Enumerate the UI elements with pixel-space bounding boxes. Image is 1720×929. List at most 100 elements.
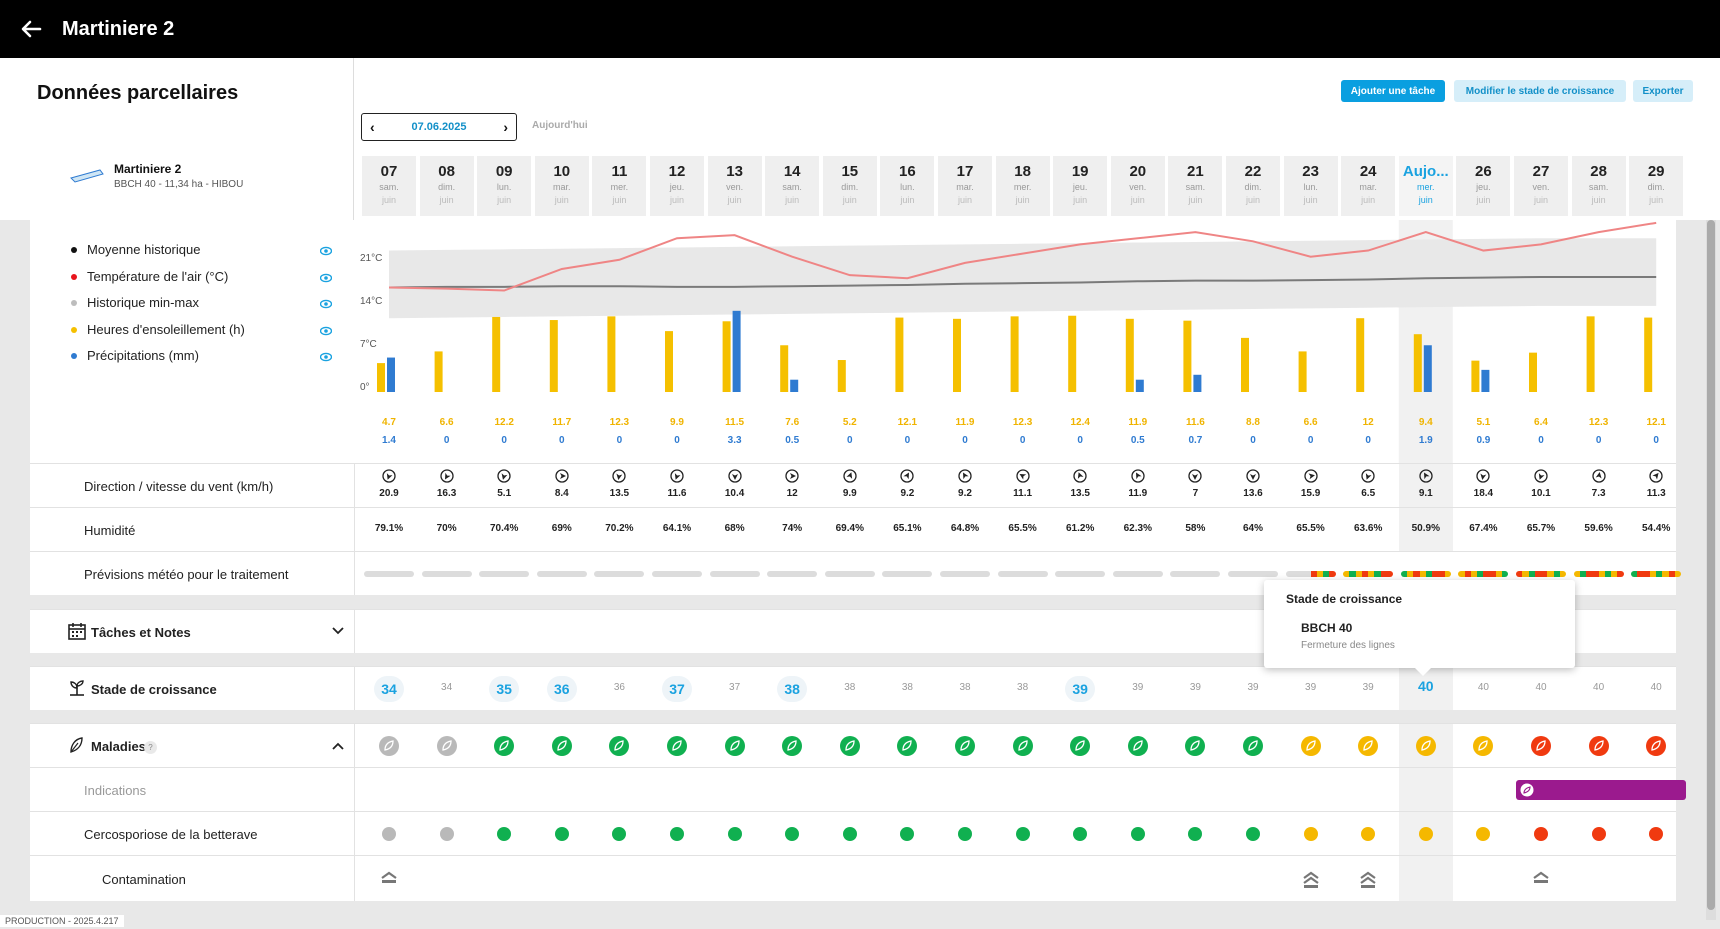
disease-risk-icon[interactable]: [608, 735, 630, 757]
treatment-forecast-bar[interactable]: [479, 571, 530, 577]
disease-risk-icon[interactable]: [1127, 735, 1149, 757]
eye-icon[interactable]: [319, 324, 333, 336]
sunshine-bar: [377, 363, 385, 392]
treatment-forecast-bar[interactable]: [594, 571, 645, 577]
disease-risk-icon[interactable]: [954, 735, 976, 757]
day-header[interactable]: 26 jeu. juin: [1456, 156, 1511, 216]
day-header[interactable]: 24 mar. juin: [1341, 156, 1396, 216]
day-header[interactable]: 22 dim. juin: [1226, 156, 1280, 216]
precip-value-label: 0.5: [785, 435, 799, 446]
eye-icon[interactable]: [319, 297, 333, 309]
treatment-forecast-bar[interactable]: [1112, 571, 1163, 577]
prev-date-icon[interactable]: ‹: [370, 119, 375, 135]
day-header[interactable]: 28 sam. juin: [1571, 156, 1626, 216]
eye-icon[interactable]: [319, 350, 333, 362]
day-header[interactable]: 21 sam. juin: [1168, 156, 1223, 216]
disease-risk-icon[interactable]: [1012, 735, 1034, 757]
eye-icon[interactable]: [319, 244, 333, 256]
disease-risk-icon[interactable]: [1357, 735, 1379, 757]
disease-risk-icon[interactable]: [1645, 735, 1667, 757]
indication-bar[interactable]: [1516, 780, 1687, 800]
treatment-forecast-bar[interactable]: [364, 571, 414, 577]
scrollbar-thumb[interactable]: [1707, 220, 1715, 910]
day-header[interactable]: 18 mer. juin: [995, 156, 1050, 216]
next-date-icon[interactable]: ›: [503, 119, 508, 135]
treatment-forecast-bar[interactable]: [882, 571, 933, 577]
chevron-up-icon[interactable]: [332, 742, 344, 750]
disease-risk-icon[interactable]: [781, 735, 803, 757]
day-header[interactable]: 16 lun. juin: [880, 156, 935, 216]
growth-stage-value: 40: [1593, 682, 1605, 693]
treatment-forecast-bar[interactable]: [652, 571, 702, 577]
treatment-forecast-bar[interactable]: [1228, 571, 1278, 577]
disease-risk-icon[interactable]: [551, 735, 573, 757]
day-header[interactable]: 12 jeu. juin: [650, 156, 704, 216]
treatment-forecast-bar[interactable]: [1516, 571, 1566, 577]
day-header[interactable]: 10 mar. juin: [534, 156, 589, 216]
wind-speed: 15.9: [1300, 488, 1321, 499]
help-icon[interactable]: ?: [144, 741, 157, 754]
treatment-forecast-bar[interactable]: [1400, 571, 1451, 577]
day-header[interactable]: 11 mer. juin: [592, 156, 647, 216]
treatment-forecast-bar[interactable]: [1055, 571, 1106, 577]
treatment-forecast-bar[interactable]: [1631, 571, 1682, 577]
treatment-forecast-bar[interactable]: [536, 571, 587, 577]
treatment-forecast-bar[interactable]: [1343, 571, 1394, 577]
today-link[interactable]: Aujourd'hui: [532, 120, 588, 131]
legend-item: Précipitations (mm): [71, 348, 199, 363]
day-header[interactable]: 27 ven. juin: [1514, 156, 1568, 216]
treatment-forecast-bar[interactable]: [940, 571, 990, 577]
disease-risk-icon[interactable]: [378, 735, 400, 757]
day-header[interactable]: 20 ven. juin: [1110, 156, 1165, 216]
version-tag: PRODUCTION - 2025.4.217: [0, 915, 124, 927]
disease-risk-icon[interactable]: [896, 735, 918, 757]
day-header[interactable]: 13 ven. juin: [707, 156, 762, 216]
page-scrollbar[interactable]: [1706, 220, 1716, 920]
disease-risk-icon[interactable]: [1069, 735, 1091, 757]
day-header[interactable]: 08 dim. juin: [419, 156, 474, 216]
day-header[interactable]: 07 sam. juin: [362, 156, 416, 216]
eye-icon[interactable]: [319, 271, 333, 283]
sunshine-value-label: 11.9: [1128, 417, 1147, 428]
day-header[interactable]: 15 dim. juin: [822, 156, 877, 216]
modify-stage-button[interactable]: Modifier le stade de croissance: [1454, 80, 1626, 102]
disease-risk-icon[interactable]: [1300, 735, 1322, 757]
disease-risk-icon[interactable]: [436, 735, 458, 757]
treatment-forecast-bar[interactable]: [824, 571, 875, 577]
date-picker[interactable]: ‹ 07.06.2025 ›: [361, 113, 517, 141]
treatment-forecast-bar[interactable]: [421, 571, 472, 577]
y-tick-label: 0°: [360, 382, 370, 393]
treatment-forecast-bar[interactable]: [1573, 571, 1624, 577]
diseases-row[interactable]: Maladies ?: [30, 723, 1676, 767]
disease-risk-icon[interactable]: [1184, 735, 1206, 757]
disease-risk-icon[interactable]: [724, 735, 746, 757]
day-header[interactable]: 29 dim. juin: [1629, 156, 1684, 216]
treatment-forecast-bar[interactable]: [709, 571, 760, 577]
disease-risk-icon[interactable]: [1415, 735, 1437, 757]
day-header[interactable]: 19 jeu. juin: [1053, 156, 1108, 216]
day-header[interactable]: 09 lun. juin: [477, 156, 532, 216]
disease-risk-icon[interactable]: [493, 735, 515, 757]
precip-value-label: 0: [1365, 435, 1371, 446]
treatment-forecast-bar[interactable]: [1285, 571, 1336, 577]
disease-risk-icon[interactable]: [839, 735, 861, 757]
treatment-forecast-bar[interactable]: [997, 571, 1048, 577]
disease-risk-icon[interactable]: [1242, 735, 1264, 757]
disease-risk-icon[interactable]: [1588, 735, 1610, 757]
day-header[interactable]: Aujo... mer. juin: [1398, 156, 1453, 216]
export-button[interactable]: Exporter: [1633, 80, 1693, 102]
day-header[interactable]: 17 mar. juin: [938, 156, 992, 216]
add-task-button[interactable]: Ajouter une tâche: [1341, 80, 1445, 102]
treatment-forecast-bar[interactable]: [767, 571, 818, 577]
day-header[interactable]: 14 sam. juin: [765, 156, 820, 216]
back-button[interactable]: [0, 0, 62, 58]
day-number: 12: [668, 163, 686, 180]
parcel-summary[interactable]: Martiniere 2 BBCH 40 - 11,34 ha - HIBOU: [70, 162, 243, 190]
disease-risk-icon[interactable]: [1530, 735, 1552, 757]
treatment-forecast-bar[interactable]: [1458, 571, 1509, 577]
disease-risk-icon[interactable]: [666, 735, 688, 757]
day-header[interactable]: 23 lun. juin: [1283, 156, 1338, 216]
disease-risk-icon[interactable]: [1472, 735, 1494, 757]
treatment-forecast-bar[interactable]: [1170, 571, 1221, 577]
chevron-down-icon[interactable]: [332, 627, 344, 635]
